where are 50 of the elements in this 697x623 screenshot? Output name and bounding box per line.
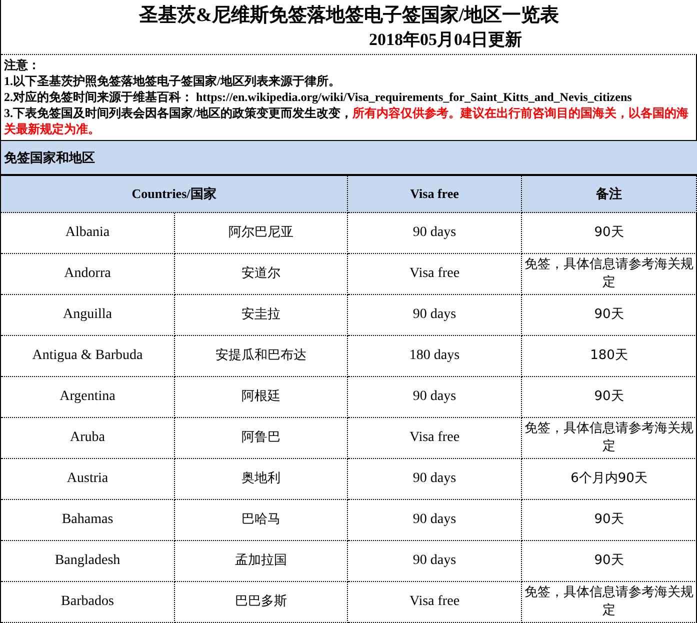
table-cell: Anguilla <box>1 295 175 336</box>
table-cell: Bangladesh <box>1 541 175 582</box>
table-cell: 免签，具体信息请参考海关规定 <box>522 582 697 623</box>
sheet-title: 圣基茨&尼维斯免签落地签电子签国家/地区一览表 <box>138 4 560 28</box>
table-cell: 90 days <box>348 459 522 500</box>
table-cell: 90 days <box>348 377 522 418</box>
table-cell: Barbados <box>1 582 175 623</box>
table-cell: 安提瓜和巴布达 <box>175 336 348 377</box>
table-cell: 90天 <box>522 377 697 418</box>
note-text: 1.以下圣基茨护照免签落地签电子签国家/地区列表来源于律所。 <box>4 73 342 89</box>
table-cell: 巴哈马 <box>175 500 348 541</box>
table-cell: 孟加拉国 <box>175 541 348 582</box>
table-cell: 6个月内90天 <box>522 459 697 500</box>
table-cell: 免签，具体信息请参考海关规定 <box>522 418 697 459</box>
note-text: 注意： <box>4 57 41 73</box>
table-cell: 90天 <box>522 295 697 336</box>
table-cell: 90天 <box>522 541 697 582</box>
update-date: 2018年05月04日更新 <box>368 29 523 51</box>
table-cell: Bahamas <box>1 500 175 541</box>
table-cell: 90天 <box>522 500 697 541</box>
table-cell: 安圭拉 <box>175 295 348 336</box>
column-header: Countries/国家 <box>1 176 348 213</box>
table-cell: Visa free <box>348 254 522 295</box>
table-cell: 180天 <box>522 336 697 377</box>
table-cell: 90 days <box>348 541 522 582</box>
section-header: 免签国家和地区 <box>1 140 697 176</box>
table-cell: Argentina <box>1 377 175 418</box>
table-cell: Visa free <box>348 582 522 623</box>
table-cell: Albania <box>1 213 175 254</box>
table-cell: Visa free <box>348 418 522 459</box>
table-cell: 90 days <box>348 500 522 541</box>
table-cell: 免签，具体信息请参考海关规定 <box>522 254 697 295</box>
table-cell: 90 days <box>348 213 522 254</box>
table-cell: 奥地利 <box>175 459 348 500</box>
column-header: 备注 <box>522 176 697 213</box>
table-cell: 巴巴多斯 <box>175 582 348 623</box>
table-cell: Austria <box>1 459 175 500</box>
table-cell: Aruba <box>1 418 175 459</box>
table-cell: Antigua & Barbuda <box>1 336 175 377</box>
table-cell: 阿尔巴尼亚 <box>175 213 348 254</box>
table-cell: 90 days <box>348 295 522 336</box>
table-cell: 安道尔 <box>175 254 348 295</box>
table-cell: 180 days <box>348 336 522 377</box>
note-text: 2.对应的免签时间来源于维基百科： https://en.wikipedia.org/wiki/Visa_requirements_for_Saint_Kitts_and_Nevis_citizens <box>4 89 633 105</box>
table-cell: 90天 <box>522 213 697 254</box>
note-text: 3.下表免签国及时间列表会因各国家/地区的政策变更而发生改变，所有内容仅供参考。建议在出行前咨询目的国海关，以各国的海关最新规定为准。 <box>4 105 690 137</box>
table-cell: 阿根廷 <box>175 377 348 418</box>
table-cell: 阿鲁巴 <box>175 418 348 459</box>
table-cell: Andorra <box>1 254 175 295</box>
column-header: Visa free <box>348 176 522 213</box>
